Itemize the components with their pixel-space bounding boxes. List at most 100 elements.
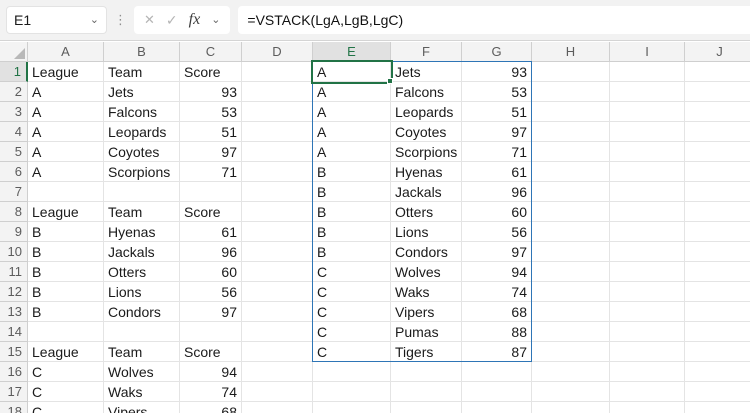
cell-A11[interactable]: B	[28, 262, 104, 282]
cell-A13[interactable]: B	[28, 302, 104, 322]
cell-C18[interactable]: 68	[180, 402, 242, 413]
cell-J5[interactable]	[685, 142, 750, 162]
cell-J8[interactable]	[685, 202, 750, 222]
cell-A2[interactable]: A	[28, 82, 104, 102]
fill-handle[interactable]	[387, 78, 393, 84]
cell-F14[interactable]: Pumas	[391, 322, 462, 342]
cell-H14[interactable]	[532, 322, 610, 342]
cell-F18[interactable]	[391, 402, 462, 413]
cell-G15[interactable]: 87	[462, 342, 532, 362]
cell-C9[interactable]: 61	[180, 222, 242, 242]
cell-C7[interactable]	[180, 182, 242, 202]
cell-C12[interactable]: 56	[180, 282, 242, 302]
cell-J9[interactable]	[685, 222, 750, 242]
column-header-F[interactable]: F	[391, 42, 462, 62]
cell-G9[interactable]: 56	[462, 222, 532, 242]
cell-C6[interactable]: 71	[180, 162, 242, 182]
cell-I6[interactable]	[610, 162, 685, 182]
cell-J12[interactable]	[685, 282, 750, 302]
cell-F3[interactable]: Leopards	[391, 102, 462, 122]
cell-D1[interactable]	[242, 62, 313, 82]
row-header-15[interactable]: 15	[0, 342, 28, 362]
cell-G1[interactable]: 93	[462, 62, 532, 82]
cell-G5[interactable]: 71	[462, 142, 532, 162]
cell-D7[interactable]	[242, 182, 313, 202]
cell-B10[interactable]: Jackals	[104, 242, 180, 262]
cell-F7[interactable]: Jackals	[391, 182, 462, 202]
cell-E4[interactable]: A	[313, 122, 391, 142]
cell-H15[interactable]	[532, 342, 610, 362]
cell-F10[interactable]: Condors	[391, 242, 462, 262]
cell-E1[interactable]: A	[313, 62, 391, 82]
cell-D3[interactable]	[242, 102, 313, 122]
cell-B6[interactable]: Scorpions	[104, 162, 180, 182]
row-header-4[interactable]: 4	[0, 122, 28, 142]
cell-E6[interactable]: B	[313, 162, 391, 182]
column-header-C[interactable]: C	[180, 42, 242, 62]
cell-F6[interactable]: Hyenas	[391, 162, 462, 182]
cell-C17[interactable]: 74	[180, 382, 242, 402]
cancel-icon[interactable]: ✕	[144, 12, 155, 28]
cell-J15[interactable]	[685, 342, 750, 362]
cell-E10[interactable]: B	[313, 242, 391, 262]
fx-chevron-icon[interactable]: ⌄	[211, 15, 220, 26]
cell-A3[interactable]: A	[28, 102, 104, 122]
cell-E13[interactable]: C	[313, 302, 391, 322]
cell-A5[interactable]: A	[28, 142, 104, 162]
cell-I16[interactable]	[610, 362, 685, 382]
cell-A7[interactable]	[28, 182, 104, 202]
row-header-7[interactable]: 7	[0, 182, 28, 202]
cell-F4[interactable]: Coyotes	[391, 122, 462, 142]
cell-D9[interactable]	[242, 222, 313, 242]
cell-H7[interactable]	[532, 182, 610, 202]
cell-H2[interactable]	[532, 82, 610, 102]
row-header-2[interactable]: 2	[0, 82, 28, 102]
cell-G4[interactable]: 97	[462, 122, 532, 142]
cell-C11[interactable]: 60	[180, 262, 242, 282]
cell-H4[interactable]	[532, 122, 610, 142]
cell-C4[interactable]: 51	[180, 122, 242, 142]
cell-E16[interactable]	[313, 362, 391, 382]
cell-H16[interactable]	[532, 362, 610, 382]
cell-E3[interactable]: A	[313, 102, 391, 122]
row-header-12[interactable]: 12	[0, 282, 28, 302]
column-header-J[interactable]: J	[685, 42, 750, 62]
cell-I18[interactable]	[610, 402, 685, 413]
cell-B15[interactable]: Team	[104, 342, 180, 362]
insert-function-icon[interactable]: fx	[189, 11, 201, 29]
column-header-I[interactable]: I	[610, 42, 685, 62]
cell-C1[interactable]: Score	[180, 62, 242, 82]
row-header-16[interactable]: 16	[0, 362, 28, 382]
cell-A16[interactable]: C	[28, 362, 104, 382]
cell-H10[interactable]	[532, 242, 610, 262]
cell-B12[interactable]: Lions	[104, 282, 180, 302]
cell-H9[interactable]	[532, 222, 610, 242]
row-header-6[interactable]: 6	[0, 162, 28, 182]
cell-D17[interactable]	[242, 382, 313, 402]
cell-G16[interactable]	[462, 362, 532, 382]
cell-B1[interactable]: Team	[104, 62, 180, 82]
cell-B13[interactable]: Condors	[104, 302, 180, 322]
cell-F1[interactable]: Jets	[391, 62, 462, 82]
cell-C13[interactable]: 97	[180, 302, 242, 322]
cell-I7[interactable]	[610, 182, 685, 202]
cell-B4[interactable]: Leopards	[104, 122, 180, 142]
cell-D2[interactable]	[242, 82, 313, 102]
cell-B3[interactable]: Falcons	[104, 102, 180, 122]
cell-D14[interactable]	[242, 322, 313, 342]
cell-G2[interactable]: 53	[462, 82, 532, 102]
column-header-H[interactable]: H	[532, 42, 610, 62]
cell-D4[interactable]	[242, 122, 313, 142]
cell-B2[interactable]: Jets	[104, 82, 180, 102]
cell-G7[interactable]: 96	[462, 182, 532, 202]
cell-J4[interactable]	[685, 122, 750, 142]
cell-I12[interactable]	[610, 282, 685, 302]
cell-E9[interactable]: B	[313, 222, 391, 242]
cell-D10[interactable]	[242, 242, 313, 262]
cell-B17[interactable]: Waks	[104, 382, 180, 402]
cell-F12[interactable]: Waks	[391, 282, 462, 302]
cell-I17[interactable]	[610, 382, 685, 402]
cell-F8[interactable]: Otters	[391, 202, 462, 222]
cell-G11[interactable]: 94	[462, 262, 532, 282]
formula-input[interactable]: =VSTACK(LgA,LgB,LgC)	[238, 6, 750, 34]
